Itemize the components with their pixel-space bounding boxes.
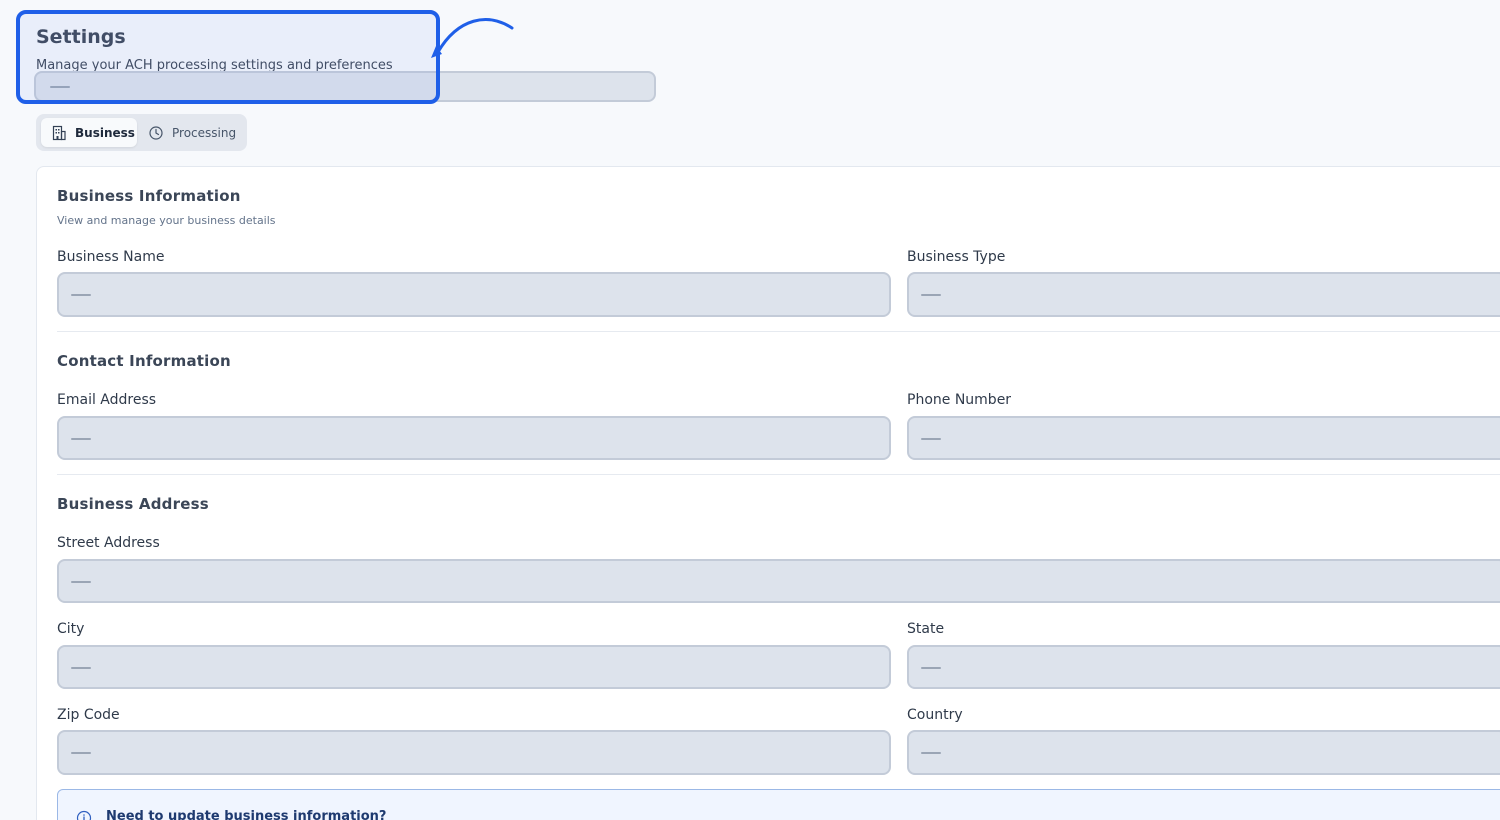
section-title-business-info: Business Information (57, 187, 241, 205)
placeholder-dash (921, 752, 941, 754)
section-title-contact-info: Contact Information (57, 352, 231, 370)
phone-label: Phone Number (907, 392, 1012, 408)
placeholder-dash (921, 294, 941, 296)
tab-processing[interactable]: Processing (144, 118, 244, 147)
phone-field[interactable] (907, 416, 1500, 460)
business-name-field[interactable] (57, 272, 891, 317)
business-type-field[interactable] (907, 272, 1500, 317)
country-label: Country (907, 707, 963, 723)
section-title-business-address: Business Address (57, 495, 209, 513)
street-address-label: Street Address (57, 535, 160, 551)
zip-code-field[interactable] (57, 730, 891, 775)
email-field[interactable] (57, 416, 891, 460)
section-divider (57, 331, 1500, 332)
section-divider (57, 474, 1500, 475)
state-field[interactable] (907, 645, 1500, 689)
building-icon (51, 125, 67, 141)
annotation-arrow-icon (431, 18, 514, 58)
placeholder-dash (921, 667, 941, 669)
info-banner: Need to update business information? (57, 789, 1500, 820)
street-address-field[interactable] (57, 559, 1500, 603)
placeholder-dash (71, 667, 91, 669)
tab-business-label: Business (75, 125, 135, 140)
settings-tabs: Business Processing (36, 114, 247, 151)
business-name-label: Business Name (57, 249, 165, 265)
business-settings-card (36, 166, 1500, 820)
settings-page: Settings Manage your ACH processing sett… (0, 0, 1500, 820)
tab-processing-label: Processing (172, 125, 237, 140)
country-field[interactable] (907, 730, 1500, 775)
section-desc-business-info: View and manage your business details (57, 214, 276, 227)
city-field[interactable] (57, 645, 891, 689)
placeholder-dash (71, 294, 91, 296)
zip-code-label: Zip Code (57, 707, 120, 723)
business-type-label: Business Type (907, 249, 1006, 265)
placeholder-dash (71, 438, 91, 440)
placeholder-dash (71, 581, 91, 583)
placeholder-dash (71, 752, 91, 754)
banner-title: Need to update business information? (106, 809, 387, 820)
tab-business[interactable]: Business (41, 118, 137, 147)
state-label: State (907, 621, 945, 637)
email-label: Email Address (57, 392, 157, 408)
placeholder-dash (921, 438, 941, 440)
highlight-annotation (16, 10, 440, 104)
info-icon (76, 810, 92, 820)
clock-icon (148, 125, 164, 141)
city-label: City (57, 621, 85, 637)
